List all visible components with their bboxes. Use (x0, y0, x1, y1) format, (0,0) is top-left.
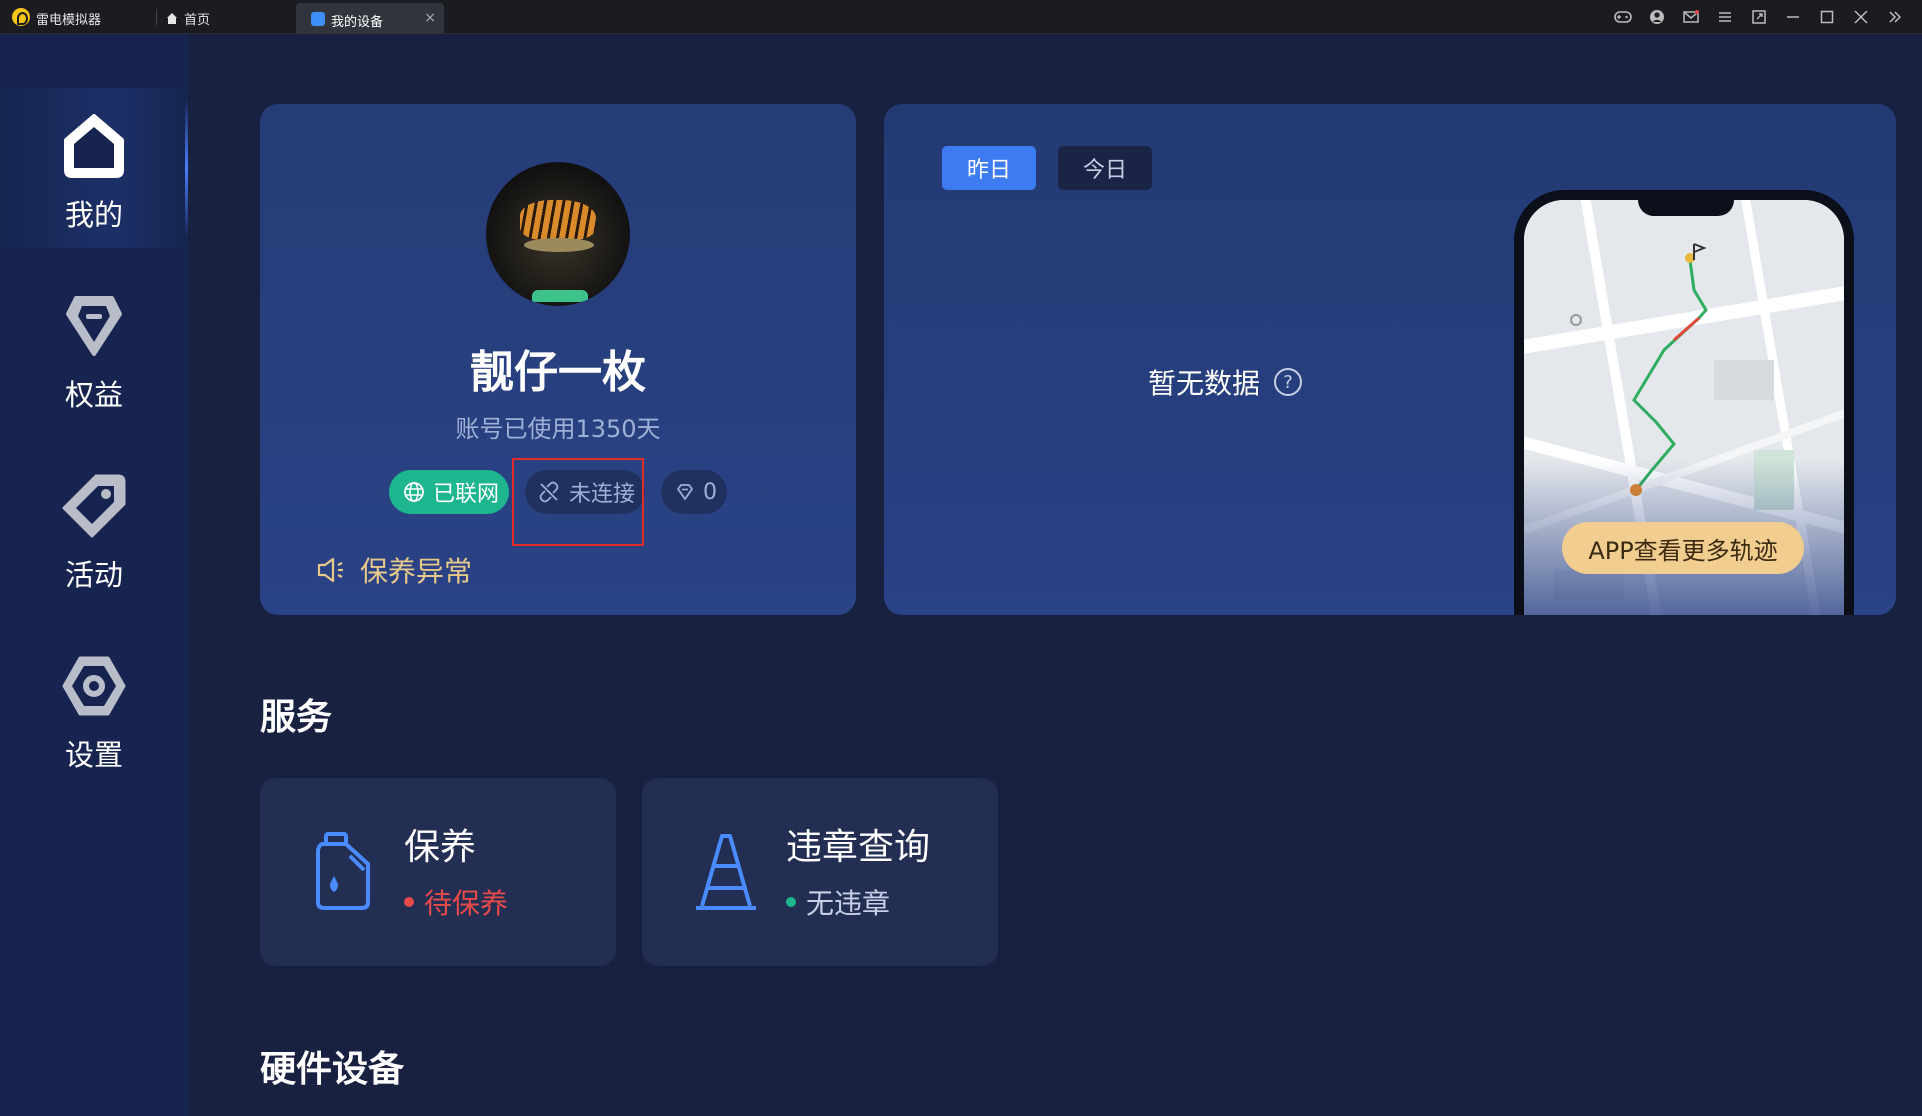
window-controls (1606, 0, 1912, 34)
status-dot (404, 897, 414, 907)
sidebar-item-label: 权益 (64, 378, 123, 412)
avatar-tiger-image (520, 200, 596, 240)
status-dot (786, 897, 796, 907)
sidebar-item-activity[interactable]: 活动 (0, 448, 188, 608)
avatar-plate (524, 238, 594, 252)
service-status-label: 无违章 (806, 887, 891, 920)
gem-count: 0 (703, 479, 717, 505)
services-section-title: 服务 (260, 697, 333, 738)
avatar-badge (532, 290, 588, 302)
avatar[interactable] (486, 162, 630, 306)
sidebar-item-label: 活动 (64, 558, 123, 592)
menu-icon[interactable] (1708, 0, 1742, 34)
app-more-trips-button[interactable]: APP查看更多轨迹 (1562, 522, 1804, 574)
tag-icon (62, 474, 126, 538)
mail-icon[interactable] (1674, 0, 1708, 34)
no-data-label: 暂无数据 (1148, 367, 1261, 400)
home-icon (64, 114, 124, 178)
highlight-box (512, 458, 644, 546)
service-status-label: 待保养 (424, 887, 509, 920)
app-name: 雷电模拟器 (36, 13, 102, 28)
device-icon (311, 12, 325, 26)
tab-today[interactable]: 今日 (1058, 146, 1152, 190)
tab-yesterday[interactable]: 昨日 (942, 146, 1036, 190)
tab-home-label: 首页 (184, 13, 211, 28)
oil-can-icon (316, 832, 370, 910)
pin-window-icon[interactable] (1742, 0, 1776, 34)
no-data-message: 暂无数据 ? (1148, 362, 1303, 402)
service-status: 待保养 (404, 882, 508, 922)
tab-close-icon[interactable]: × (424, 10, 436, 26)
network-status-badge: 已联网 (389, 470, 509, 514)
tab-my-device[interactable]: 我的设备 × (296, 3, 444, 34)
profile-card: 靓仔一枚 账号已使用1350天 已联网 未连接 0 保养异常 (260, 104, 856, 615)
tab-divider (156, 9, 157, 25)
gem-count-badge[interactable]: 0 (661, 470, 727, 514)
user-avatar-icon[interactable] (1640, 0, 1674, 34)
maintenance-alert[interactable]: 保养异常 (316, 550, 472, 590)
service-title: 保养 (404, 827, 477, 868)
service-status: 无违章 (786, 882, 890, 922)
maximize-icon[interactable] (1810, 0, 1844, 34)
maintenance-alert-label: 保养异常 (360, 555, 473, 588)
service-card-maintenance[interactable]: 保养 待保养 (260, 778, 616, 966)
gamepad-icon[interactable] (1606, 0, 1640, 34)
gem-icon (677, 484, 693, 500)
account-usage-days: 账号已使用1350天 (455, 415, 661, 443)
sidebar-item-label: 我的 (64, 198, 123, 232)
expand-sidebar-icon[interactable] (1878, 0, 1912, 34)
speaker-icon (317, 557, 343, 583)
globe-icon (404, 482, 424, 502)
service-title: 违章查询 (786, 827, 931, 868)
diamond-shield-icon (66, 296, 122, 356)
tab-my-device-label: 我的设备 (331, 15, 384, 30)
minimize-icon[interactable] (1776, 0, 1810, 34)
traffic-cone-icon (696, 834, 756, 910)
sidebar-item-mine[interactable]: 我的 (0, 88, 188, 248)
home-icon (166, 12, 178, 25)
trip-card: 昨日 今日 暂无数据 ? APP查看更多轨迹 (884, 104, 1896, 615)
gear-icon (62, 656, 126, 716)
sidebar-item-label: 设置 (64, 738, 123, 772)
close-icon[interactable] (1844, 0, 1878, 34)
nickname: 靓仔一枚 (470, 347, 646, 398)
title-bar: 雷电模拟器 首页 我的设备 × (0, 0, 1922, 34)
network-status-label: 已联网 (433, 482, 500, 507)
tab-home[interactable]: 首页 (166, 9, 210, 28)
service-card-violation[interactable]: 违章查询 无违章 (642, 778, 998, 966)
sidebar-item-settings[interactable]: 设置 (0, 628, 188, 788)
app-logo-icon (12, 8, 30, 26)
hardware-section-title: 硬件设备 (260, 1049, 405, 1090)
help-icon[interactable]: ? (1274, 368, 1303, 396)
sidebar-item-benefits[interactable]: 权益 (0, 268, 188, 428)
sidebar: 我的 权益 活动 设置 (0, 34, 188, 1116)
phone-notch (1638, 200, 1734, 216)
